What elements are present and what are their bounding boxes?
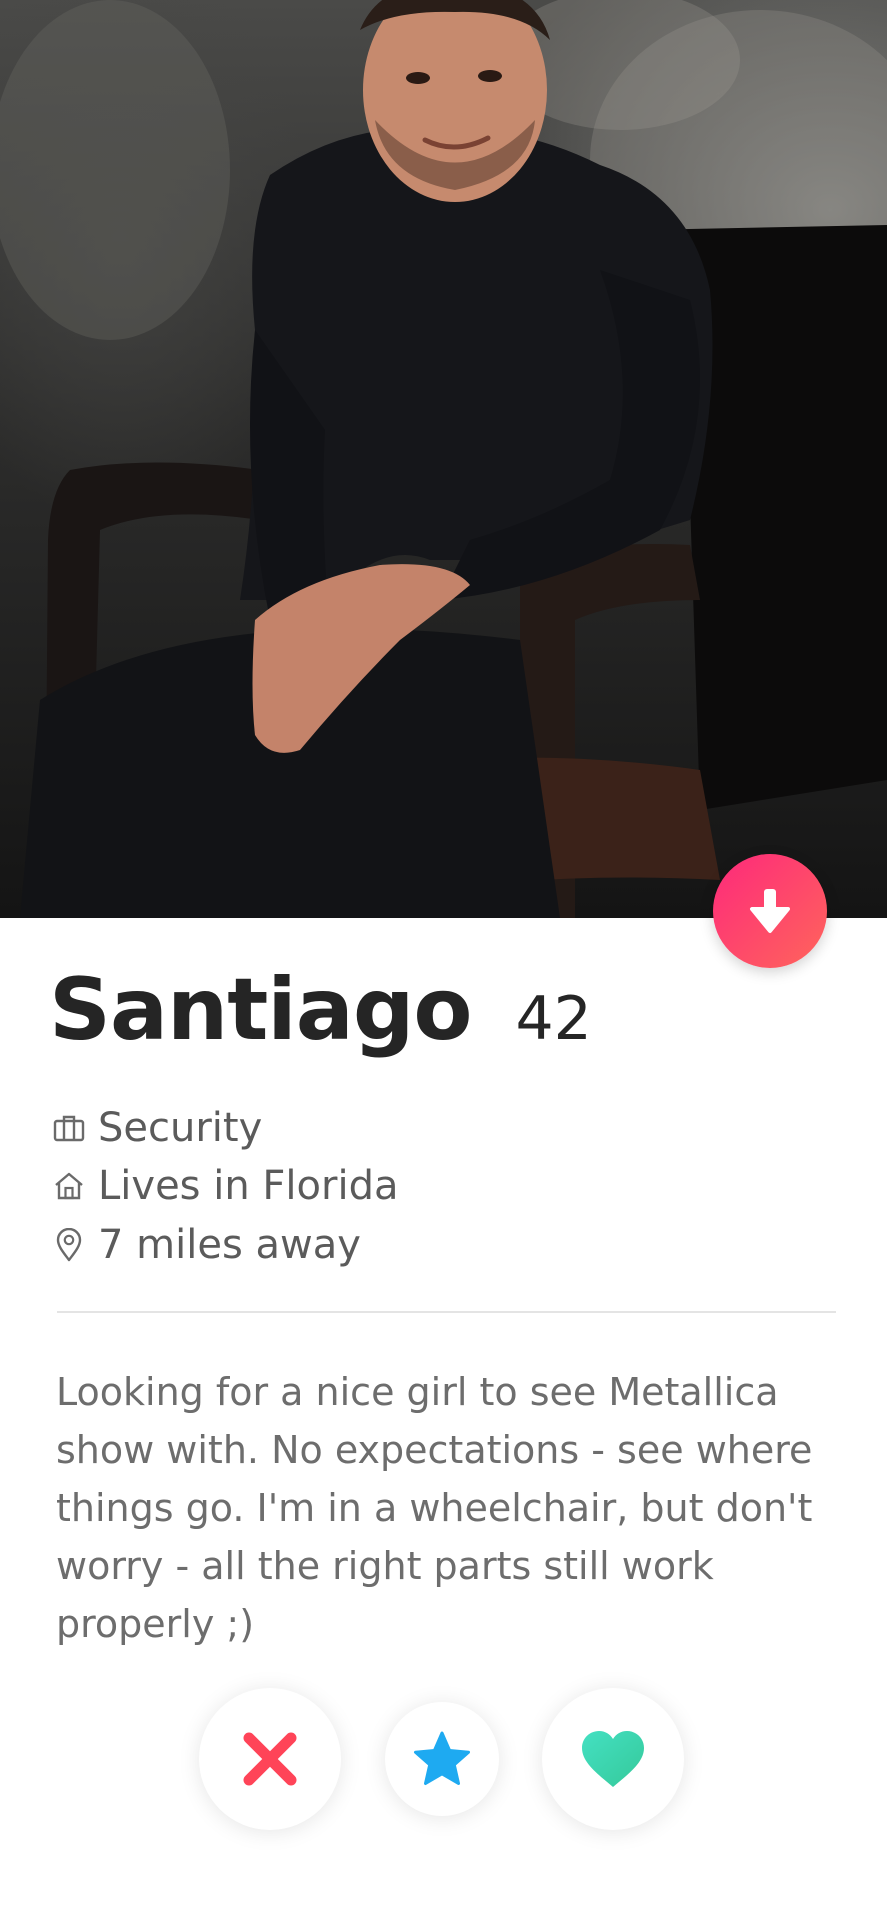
home-icon — [52, 1169, 86, 1203]
profile-bio: Looking for a nice girl to see Metallica… — [56, 1370, 813, 1646]
profile-distance: 7 miles away — [98, 1222, 361, 1268]
collapse-profile-button[interactable] — [713, 854, 827, 968]
profile-age: 42 — [515, 984, 592, 1054]
profile-photo-illustration — [0, 0, 887, 918]
star-icon — [414, 1731, 470, 1785]
section-divider — [57, 1311, 836, 1313]
nope-button[interactable] — [199, 1688, 341, 1830]
profile-job: Security — [98, 1105, 263, 1151]
briefcase-icon — [52, 1111, 86, 1145]
profile-photo[interactable] — [0, 0, 887, 918]
profile-location-row: Lives in Florida — [52, 1160, 398, 1212]
profile-location: Lives in Florida — [98, 1163, 399, 1209]
heart-icon — [582, 1731, 644, 1787]
map-pin-icon — [52, 1228, 86, 1262]
x-icon — [243, 1732, 297, 1786]
profile-job-row: Security — [52, 1102, 262, 1154]
profile-name: Santiago — [49, 960, 472, 1060]
super-like-button[interactable] — [385, 1702, 499, 1816]
profile-header: Santiago 42 — [49, 960, 592, 1060]
arrow-down-icon — [750, 889, 790, 933]
like-button[interactable] — [542, 1688, 684, 1830]
profile-distance-row: 7 miles away — [52, 1219, 361, 1271]
